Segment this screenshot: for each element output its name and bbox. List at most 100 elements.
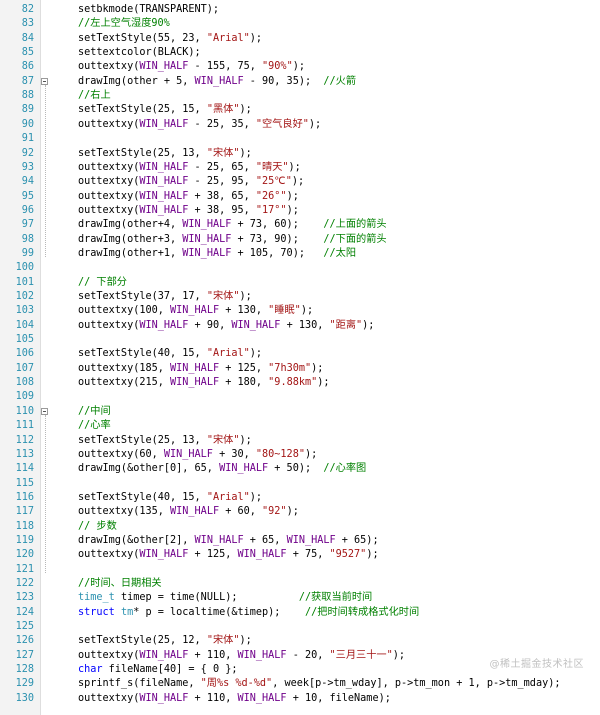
code-line[interactable]: 117 outtextxy(135, WIN_HALF + 60, "92");: [0, 505, 600, 519]
code-token: time_t: [78, 592, 115, 604]
code-line[interactable]: 92 setTextStyle(25, 13, "宋体");: [0, 147, 600, 161]
code-token: WIN_HALF: [139, 204, 189, 216]
code-token: drawImg(other+4,: [78, 219, 183, 231]
code-line[interactable]: 95 outtextxy(WIN_HALF + 38, 65, "26°");: [0, 190, 600, 204]
code-text: outtextxy(135, WIN_HALF + 60, "92");: [78, 505, 299, 519]
code-token: (55, 23,: [151, 32, 207, 44]
code-line[interactable]: 112 setTextStyle(25, 13, "宋体");: [0, 434, 600, 448]
code-token: + 73, 60);: [231, 219, 324, 231]
line-number: 121: [15, 563, 34, 575]
line-number: 85: [21, 47, 34, 59]
code-token: // 步数: [78, 520, 117, 532]
code-token: //火箭: [323, 75, 357, 87]
fold-toggle-icon[interactable]: [41, 407, 48, 415]
code-line[interactable]: 113 outtextxy(60, WIN_HALF + 30, "80~128"…: [0, 448, 600, 462]
code-token: + 65);: [335, 534, 379, 546]
code-token: WIN_HALF: [231, 319, 281, 331]
line-number: 105: [15, 334, 34, 346]
code-line[interactable]: 94 outtextxy(WIN_HALF - 25, 95, "25℃");: [0, 175, 600, 189]
fold-toggle-icon[interactable]: [41, 77, 48, 85]
code-token: );: [249, 491, 263, 503]
code-line[interactable]: 109: [0, 390, 600, 404]
code-line[interactable]: 106 setTextStyle(40, 15, "Arial");: [0, 347, 600, 361]
code-token: WIN_HALF: [170, 506, 220, 518]
code-line[interactable]: 98 drawImg(other+3, WIN_HALF + 73, 90); /…: [0, 233, 600, 247]
code-line[interactable]: 121: [0, 563, 600, 577]
line-number: 89: [21, 104, 34, 116]
code-token: + 38, 95,: [188, 204, 256, 216]
code-line[interactable]: 108 outtextxy(215, WIN_HALF + 180, "9.88k…: [0, 376, 600, 390]
code-line[interactable]: 122 //时间、日期相关: [0, 577, 600, 591]
code-token: , week[p->tm_wday], p->tm_mon + 1, p->tm…: [272, 678, 561, 690]
code-text: outtextxy(WIN_HALF - 155, 75, "90%");: [78, 60, 305, 74]
code-line[interactable]: 82 setbkmode(TRANSPARENT);: [0, 3, 600, 17]
code-line[interactable]: 96 outtextxy(WIN_HALF + 38, 95, "17°");: [0, 204, 600, 218]
code-line[interactable]: 115: [0, 477, 600, 491]
code-line[interactable]: 105: [0, 333, 600, 347]
code-token: WIN_HALF: [182, 233, 232, 245]
code-token: WIN_HALF: [139, 319, 189, 331]
code-text: setbkmode(TRANSPARENT);: [78, 3, 219, 17]
code-token: setTextStyle: [78, 491, 152, 503]
code-line[interactable]: 111 //心率: [0, 419, 600, 433]
code-line[interactable]: 91: [0, 132, 600, 146]
code-line[interactable]: 90 outtextxy(WIN_HALF - 25, 35, "空气良好");: [0, 118, 600, 132]
code-line[interactable]: 120 outtextxy(WIN_HALF + 125, WIN_HALF + …: [0, 548, 600, 562]
code-line[interactable]: 100: [0, 261, 600, 275]
code-line[interactable]: 118 // 步数: [0, 520, 600, 534]
code-line[interactable]: 125: [0, 620, 600, 634]
code-line[interactable]: 123 time_t timep = time(NULL); //获取当前时间: [0, 591, 600, 605]
code-text: outtextxy(WIN_HALF - 25, 35, "空气良好");: [78, 118, 321, 132]
code-line[interactable]: 101 // 下部分: [0, 276, 600, 290]
code-line[interactable]: 124 struct tm* p = localtime(&timep); //把…: [0, 606, 600, 620]
code-line[interactable]: 107 outtextxy(185, WIN_HALF + 125, "7h30m…: [0, 362, 600, 376]
code-line[interactable]: 114 drawImg(&other[0], 65, WIN_HALF + 50)…: [0, 462, 600, 476]
code-token: + 125,: [219, 362, 269, 374]
code-token: "空气良好": [255, 118, 309, 130]
code-line[interactable]: 87 drawImg(other + 5, WIN_HALF - 90, 35);…: [0, 75, 600, 89]
code-line[interactable]: 103 outtextxy(100, WIN_HALF + 130, "睡眠");: [0, 304, 600, 318]
code-text: setTextStyle(37, 17, "宋体");: [78, 290, 252, 304]
code-line[interactable]: 89 setTextStyle(25, 15, "黑体");: [0, 103, 600, 117]
code-token: WIN_HALF: [139, 190, 189, 202]
code-token: - 25, 35,: [188, 118, 256, 130]
code-token: - 20,: [286, 649, 330, 661]
code-token: struct: [78, 606, 115, 618]
line-number: 91: [21, 133, 34, 145]
code-token: );: [308, 118, 322, 130]
code-line[interactable]: 86 outtextxy(WIN_HALF - 155, 75, "90%");: [0, 60, 600, 74]
code-line[interactable]: 126 setTextStyle(25, 12, "宋体");: [0, 634, 600, 648]
code-token: (25, 12,: [151, 635, 207, 647]
code-line[interactable]: 116 setTextStyle(40, 15, "Arial");: [0, 491, 600, 505]
code-token: + 73, 90);: [231, 233, 324, 245]
code-token: setTextStyle: [78, 147, 152, 159]
line-number: 97: [21, 219, 34, 231]
code-token: outtextxy(100,: [78, 305, 171, 317]
code-line[interactable]: 110 //中间: [0, 405, 600, 419]
code-line[interactable]: 83 //左上空气湿度90%: [0, 17, 600, 31]
code-line[interactable]: 129 sprintf_s(fileName, "周%s %d-%d", week…: [0, 677, 600, 691]
code-line[interactable]: 88 //右上: [0, 89, 600, 103]
code-line[interactable]: 102 setTextStyle(37, 17, "宋体");: [0, 290, 600, 304]
code-line[interactable]: 104 outtextxy(WIN_HALF + 90, WIN_HALF + 1…: [0, 319, 600, 333]
code-token: );: [239, 434, 252, 446]
code-token: setTextStyle: [78, 104, 152, 116]
code-token: WIN_HALF: [139, 61, 189, 73]
line-number: 109: [15, 391, 34, 403]
code-token: settextcolor(BLACK);: [78, 47, 201, 59]
code-line[interactable]: 84 setTextStyle(55, 23, "Arial");: [0, 32, 600, 46]
code-line[interactable]: 93 outtextxy(WIN_HALF - 25, 65, "晴天");: [0, 161, 600, 175]
code-line[interactable]: 97 drawImg(other+4, WIN_HALF + 73, 60); /…: [0, 218, 600, 232]
code-token: timep = time(NULL);: [114, 592, 299, 604]
code-line[interactable]: 85 settextcolor(BLACK);: [0, 46, 600, 60]
code-editor[interactable]: 82 setbkmode(TRANSPARENT); 83 //左上空气湿度90% 84…: [0, 0, 600, 715]
code-token: //心率: [78, 420, 111, 432]
code-line[interactable]: 119 drawImg(&other[2], WIN_HALF + 65, WIN…: [0, 534, 600, 548]
code-line[interactable]: 99 drawImg(other+1, WIN_HALF + 105, 70); …: [0, 247, 600, 261]
code-token: //右上: [78, 90, 111, 102]
code-token: "Arial": [206, 348, 250, 360]
code-token: + 65,: [243, 534, 287, 546]
code-line[interactable]: 130 outtextxy(WIN_HALF + 110, WIN_HALF + …: [0, 692, 600, 706]
code-token: WIN_HALF: [237, 649, 287, 661]
code-token: setbkmode(TRANSPARENT);: [78, 4, 220, 15]
